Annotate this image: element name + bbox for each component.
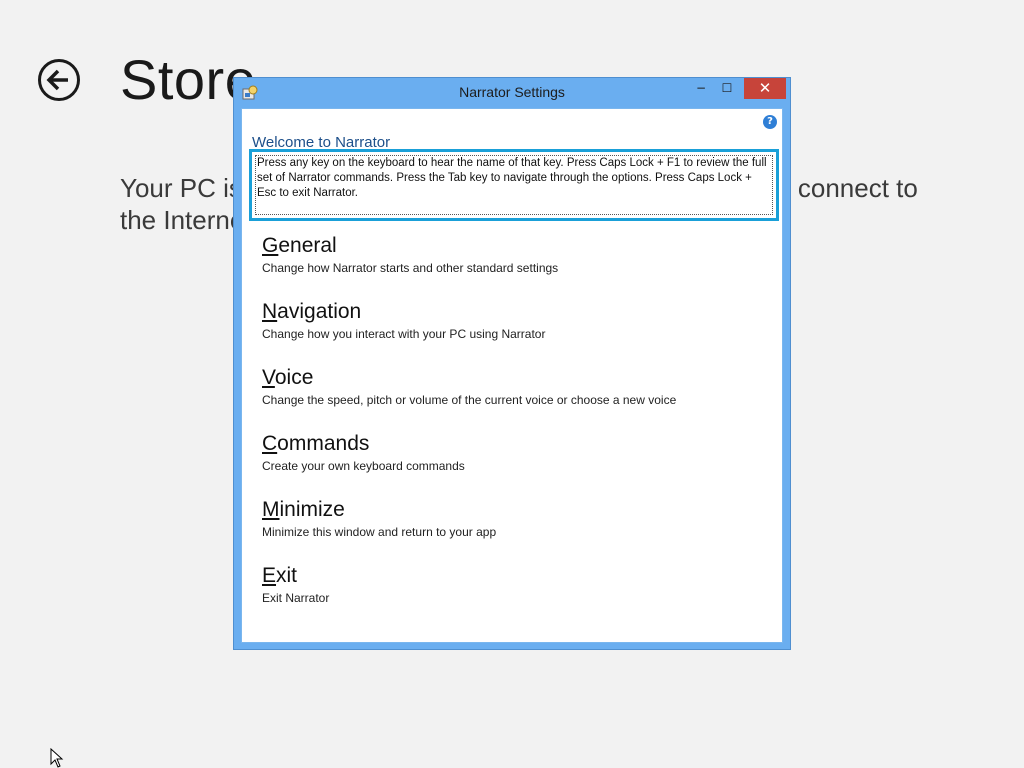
menu-item-title-rest: avigation <box>277 300 362 323</box>
menu-item-description: Change the speed, pitch or volume of the… <box>262 393 677 407</box>
menu-item-title-rest: oice <box>274 366 314 389</box>
menu-item-minimize[interactable]: Minimize Minimize this window and return… <box>262 497 762 563</box>
back-arrow-icon <box>46 69 68 91</box>
settings-menu: General Change how Narrator starts and o… <box>262 233 762 629</box>
menu-item-description: Change how Narrator starts and other sta… <box>262 261 559 275</box>
access-key: M <box>262 498 280 521</box>
menu-item-title: Commands <box>262 431 762 456</box>
access-key: C <box>262 432 278 455</box>
back-button[interactable] <box>38 59 80 101</box>
menu-item-title-rest: eneral <box>278 234 337 257</box>
menu-item-title-rest: inimize <box>279 498 345 521</box>
menu-item-commands[interactable]: Commands Create your own keyboard comman… <box>262 431 762 497</box>
menu-item-exit[interactable]: Exit Exit Narrator <box>262 563 762 629</box>
menu-item-title: Voice <box>262 365 762 390</box>
narrator-settings-window: Narrator Settings − ☐ ✕ ? Welcome to Nar… <box>233 77 791 650</box>
close-button[interactable]: ✕ <box>744 78 786 99</box>
menu-item-title: Navigation <box>262 299 762 324</box>
intro-text-box[interactable]: Press any key on the keyboard to hear th… <box>249 149 779 221</box>
menu-item-title: General <box>262 233 762 258</box>
menu-item-navigation[interactable]: Navigation Change how you interact with … <box>262 299 762 365</box>
mouse-pointer-icon <box>50 748 64 768</box>
menu-item-title: Exit <box>262 563 762 588</box>
menu-item-description: Minimize this window and return to your … <box>262 525 497 539</box>
menu-item-description: Exit Narrator <box>262 591 330 605</box>
menu-item-title-rest: ommands <box>277 432 370 455</box>
settings-pane: ? Welcome to Narrator Press any key on t… <box>241 108 783 643</box>
menu-item-voice[interactable]: Voice Change the speed, pitch or volume … <box>262 365 762 431</box>
access-key: V <box>262 366 275 389</box>
access-key: G <box>262 234 279 257</box>
menu-item-description: Create your own keyboard commands <box>262 459 465 473</box>
title-bar[interactable]: Narrator Settings − ☐ ✕ <box>234 78 790 108</box>
menu-item-title: Minimize <box>262 497 762 522</box>
help-icon[interactable]: ? <box>763 115 777 129</box>
menu-item-description: Change how you interact with your PC usi… <box>262 327 546 341</box>
maximize-button[interactable]: ☐ <box>712 78 742 99</box>
access-key: N <box>262 300 278 323</box>
intro-text: Press any key on the keyboard to hear th… <box>257 157 767 199</box>
menu-item-title-rest: xit <box>276 564 298 587</box>
access-key: E <box>262 564 277 587</box>
menu-item-general[interactable]: General Change how Narrator starts and o… <box>262 233 762 299</box>
